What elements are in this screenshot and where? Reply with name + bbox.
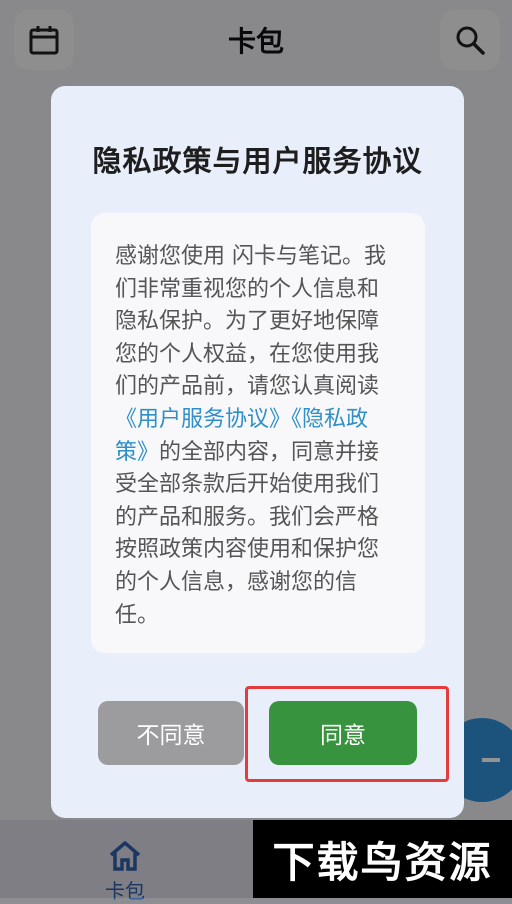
watermark: 下载鸟资源 [253,820,512,898]
dialog-title: 隐私政策与用户服务协议 [92,144,423,178]
policy-intro-text: 感谢您使用 闪卡与笔记。我们非常重视您的个人信息和隐私保护。为了更好地保障您的个… [115,244,386,400]
decline-button[interactable]: 不同意 [98,701,244,765]
policy-text: 感谢您使用 闪卡与笔记。我们非常重视您的个人信息和隐私保护。为了更好地保障您的个… [115,241,390,632]
highlight-box [245,686,449,782]
policy-outro-text: 的全部内容，同意并接受全部条款后开始使用我们的产品和服务。我们会严格按照政策内容… [115,439,380,628]
terms-link[interactable]: 《用户服务协议》 [115,407,291,432]
policy-text-card: 感谢您使用 闪卡与笔记。我们非常重视您的个人信息和隐私保护。为了更好地保障您的个… [91,213,425,653]
